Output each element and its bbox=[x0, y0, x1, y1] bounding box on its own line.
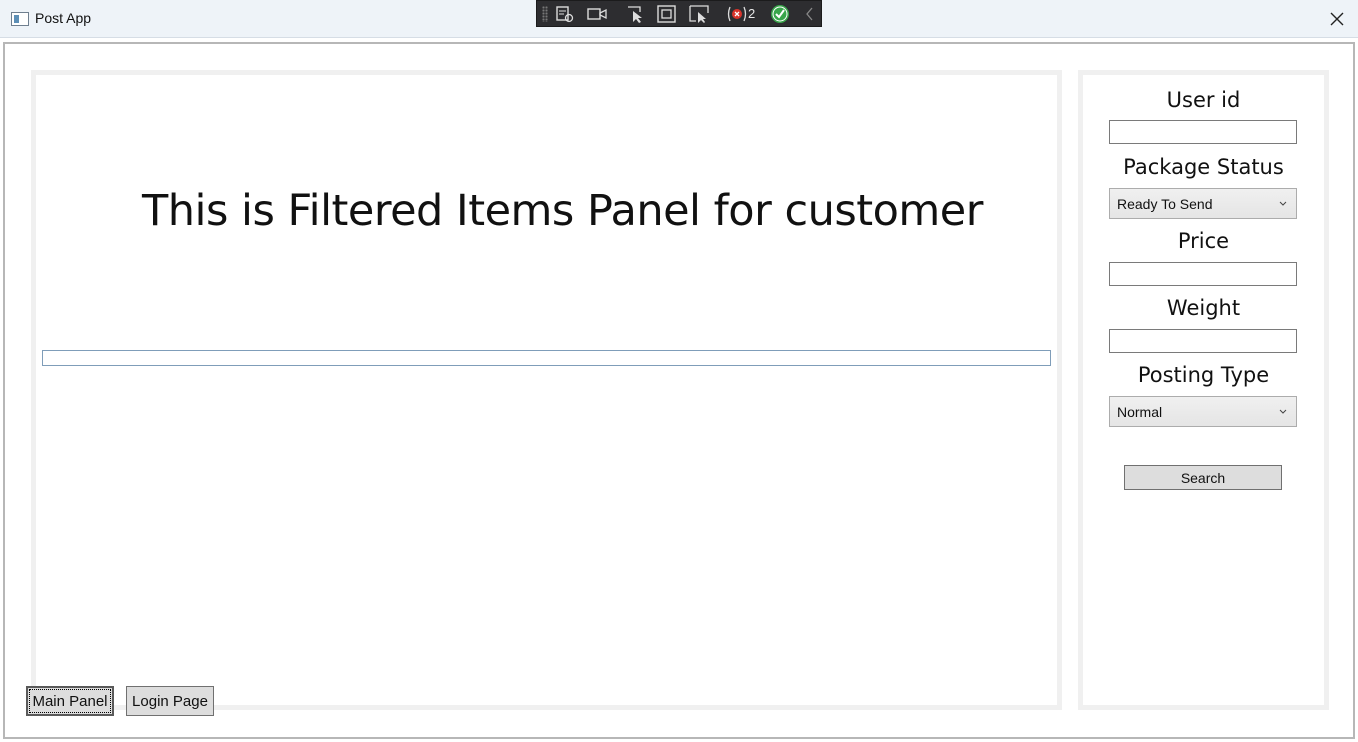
hot-reload-ok-icon[interactable] bbox=[769, 4, 791, 24]
posting-type-select[interactable]: Normal bbox=[1109, 396, 1297, 427]
package-status-label: Package Status bbox=[1123, 155, 1284, 179]
price-label: Price bbox=[1177, 229, 1230, 253]
results-list[interactable] bbox=[42, 350, 1051, 366]
window-title: Post App bbox=[35, 10, 92, 26]
user-id-label: User id bbox=[1166, 88, 1241, 112]
main-panel-button[interactable]: Main Panel bbox=[26, 686, 114, 716]
error-count: 2 bbox=[748, 6, 756, 21]
weight-label: Weight bbox=[1166, 296, 1241, 320]
chevron-left-icon[interactable] bbox=[799, 4, 821, 24]
close-button[interactable] bbox=[1322, 6, 1352, 32]
filtered-items-panel bbox=[31, 70, 1062, 710]
chevron-down-icon bbox=[1279, 199, 1289, 209]
user-id-input[interactable] bbox=[1109, 120, 1297, 144]
binding-errors-icon[interactable] bbox=[726, 4, 748, 24]
close-icon bbox=[1330, 12, 1344, 26]
app-icon bbox=[11, 12, 29, 26]
panel-heading: This is Filtered Items Panel for custome… bbox=[142, 186, 983, 236]
debug-toolbar: 2 bbox=[536, 0, 822, 27]
select-element-icon[interactable] bbox=[625, 4, 647, 24]
search-button[interactable]: Search bbox=[1124, 465, 1282, 490]
live-visual-tree-icon[interactable] bbox=[554, 4, 576, 24]
package-status-select[interactable]: Ready To Send bbox=[1109, 188, 1297, 219]
package-status-value: Ready To Send bbox=[1117, 195, 1213, 212]
posting-type-value: Normal bbox=[1117, 403, 1163, 420]
display-layout-adorners-icon[interactable] bbox=[656, 4, 678, 24]
video-icon[interactable] bbox=[586, 4, 608, 24]
price-input[interactable] bbox=[1109, 262, 1297, 286]
login-page-button[interactable]: Login Page bbox=[126, 686, 214, 716]
track-focus-icon[interactable] bbox=[688, 4, 710, 24]
chevron-down-icon bbox=[1279, 407, 1289, 417]
toolbar-grip[interactable] bbox=[542, 6, 548, 22]
posting-type-label: Posting Type bbox=[1137, 363, 1270, 387]
weight-input[interactable] bbox=[1109, 329, 1297, 353]
